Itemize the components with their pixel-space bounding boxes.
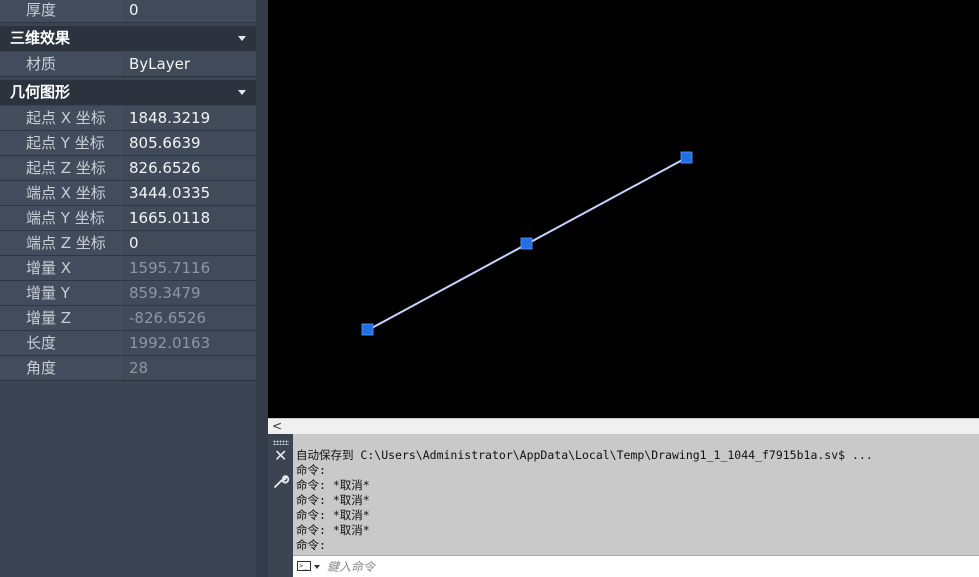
drag-grip-icon[interactable] (273, 440, 289, 445)
command-line[interactable]: >_ (293, 555, 979, 577)
property-label: 增量 X (0, 256, 124, 280)
property-label: 起点 X 坐标 (0, 106, 124, 130)
property-label: 长度 (0, 331, 124, 355)
property-value: 1992.0163 (125, 331, 256, 355)
property-label: 角度 (0, 356, 124, 380)
property-value: 1595.7116 (125, 256, 256, 280)
property-value[interactable]: 0 (125, 231, 256, 255)
drawing-canvas[interactable] (268, 0, 979, 418)
command-history-line: 命令: (296, 463, 326, 477)
property-row[interactable]: 起点 X 坐标 1848.3219 (0, 106, 256, 131)
property-label: 端点 X 坐标 (0, 181, 124, 205)
property-value[interactable]: 805.6639 (125, 131, 256, 155)
command-prompt-icon[interactable]: >_ (297, 561, 311, 571)
property-label: 端点 Z 坐标 (0, 231, 124, 255)
wrench-icon[interactable] (272, 472, 290, 490)
property-row[interactable]: 起点 Y 坐标 805.6639 (0, 131, 256, 156)
close-icon[interactable]: ✕ (274, 447, 287, 465)
property-row[interactable]: 增量 Z -826.6526 (0, 306, 256, 331)
properties-palette: 厚度 0 三维效果 材质 ByLayer 几何图形 起点 X 坐标 1848.32… (0, 0, 268, 577)
command-history-line: 命令: *取消* (296, 523, 370, 537)
property-label: 增量 Z (0, 306, 124, 330)
property-label: 端点 Y 坐标 (0, 206, 124, 230)
command-input[interactable] (323, 557, 971, 576)
grip-mid-point[interactable] (520, 237, 533, 250)
property-label: 增量 Y (0, 281, 124, 305)
property-value[interactable]: 3444.0335 (125, 181, 256, 205)
drawing-svg (361, 151, 693, 336)
command-history-line: 自动保存到 C:\Users\Administrator\AppData\Loc… (296, 448, 873, 462)
grip-start-point[interactable] (361, 323, 374, 336)
property-row[interactable]: 长度 1992.0163 (0, 331, 256, 356)
category-title: 几何图形 (10, 83, 71, 101)
palette-splitter[interactable] (256, 0, 268, 577)
property-value[interactable]: 1665.0118 (125, 206, 256, 230)
command-history-line: 命令: *取消* (296, 478, 370, 492)
property-label: 厚度 (0, 0, 124, 22)
property-value: 28 (125, 356, 256, 380)
collapse-arrow-icon[interactable] (238, 90, 246, 95)
property-value[interactable]: ByLayer (125, 52, 256, 76)
property-row-thickness[interactable]: 厚度 0 (0, 0, 256, 23)
property-value: -826.6526 (125, 306, 256, 330)
command-window-handle[interactable]: ✕ (268, 434, 293, 577)
horizontal-scrollbar[interactable]: < (268, 418, 979, 434)
property-value[interactable]: 1848.3219 (125, 106, 256, 130)
property-label: 起点 Z 坐标 (0, 156, 124, 180)
command-history-line: 命令: *取消* (296, 508, 370, 522)
recent-commands-dropdown-icon[interactable] (314, 565, 320, 569)
property-row[interactable]: 起点 Z 坐标 826.6526 (0, 156, 256, 181)
command-history: 自动保存到 C:\Users\Administrator\AppData\Loc… (293, 434, 979, 555)
property-row[interactable]: 增量 X 1595.7116 (0, 256, 256, 281)
scroll-left-arrow-icon[interactable]: < (270, 419, 284, 434)
property-row[interactable]: 增量 Y 859.3479 (0, 281, 256, 306)
property-value: 859.3479 (125, 281, 256, 305)
category-header-geometry[interactable]: 几何图形 (0, 80, 256, 105)
property-row-material[interactable]: 材质 ByLayer (0, 52, 256, 77)
property-value[interactable]: 826.6526 (125, 156, 256, 180)
property-row[interactable]: 端点 Z 坐标 0 (0, 231, 256, 256)
category-title: 三维效果 (10, 29, 71, 47)
property-label: 材质 (0, 52, 124, 76)
property-label: 起点 Y 坐标 (0, 131, 124, 155)
command-history-line: 命令: (296, 538, 326, 552)
property-row[interactable]: 端点 Y 坐标 1665.0118 (0, 206, 256, 231)
property-row[interactable]: 角度 28 (0, 356, 256, 381)
category-header-3d-effects[interactable]: 三维效果 (0, 26, 256, 51)
property-row[interactable]: 端点 X 坐标 3444.0335 (0, 181, 256, 206)
command-history-line: 命令: *取消* (296, 493, 370, 507)
grip-end-point[interactable] (680, 151, 693, 164)
collapse-arrow-icon[interactable] (238, 36, 246, 41)
property-value[interactable]: 0 (125, 0, 256, 22)
